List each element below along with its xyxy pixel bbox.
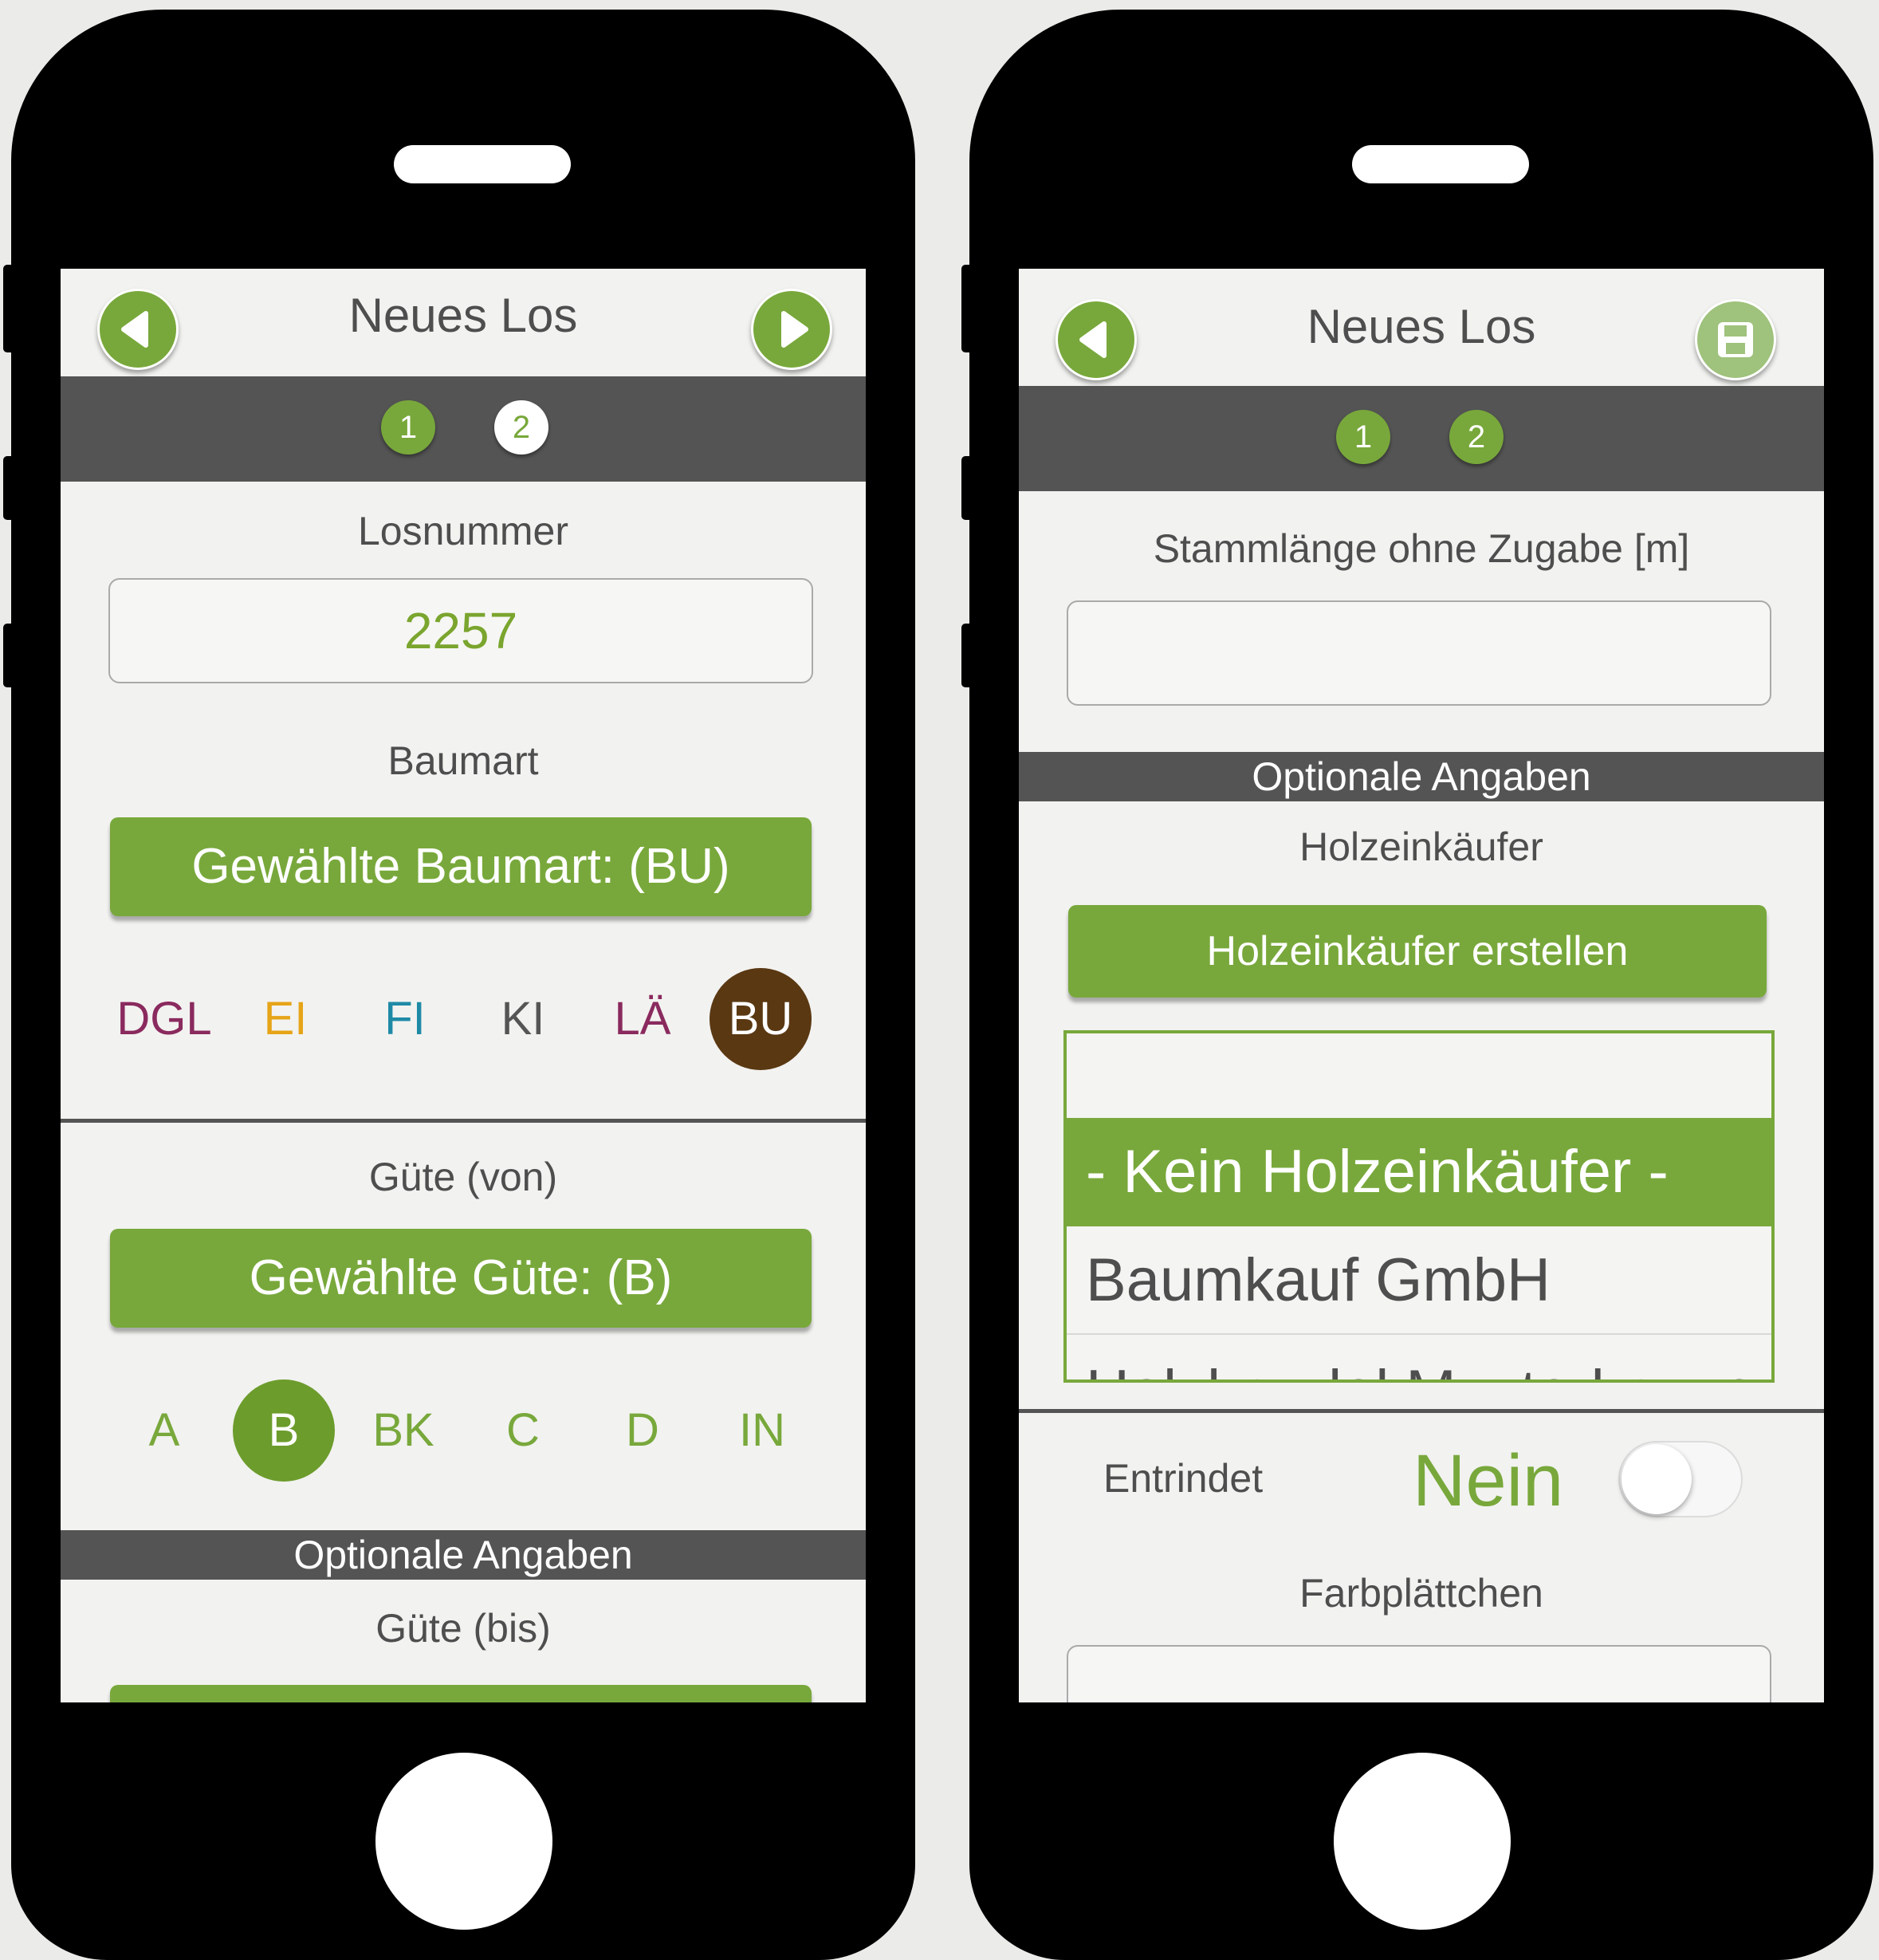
baumart-option-lae[interactable]: LÄ [592, 968, 694, 1070]
picker-item-selected[interactable]: - Kein Holzeinkäufer - [1067, 1118, 1771, 1226]
home-button[interactable] [375, 1753, 552, 1930]
baumart-option-ei[interactable]: EI [234, 968, 336, 1070]
baumart-option-dgl[interactable]: DGL [113, 968, 215, 1070]
guete-option-d[interactable]: D [592, 1379, 694, 1482]
farbplaettchen-label: Farbplättchen [1299, 1571, 1543, 1616]
stammlaenge-input[interactable] [1067, 600, 1771, 706]
losnummer-label: Losnummer [358, 509, 568, 553]
toggle-knob [1622, 1444, 1692, 1514]
entrindet-toggle[interactable] [1618, 1441, 1743, 1517]
step-indicator: 1 2 [61, 376, 866, 482]
losnummer-input[interactable]: 2257 [108, 578, 813, 683]
forward-button[interactable] [751, 289, 832, 370]
volume-up-button [3, 456, 14, 520]
holzeinkaeufer-picker[interactable]: - Kein Holzeinkäufer - Baumkauf GmbH Hol… [1063, 1030, 1775, 1383]
mute-switch [3, 265, 14, 352]
speaker [394, 145, 571, 183]
guete-bis-label: Güte (bis) [375, 1606, 551, 1651]
entrindet-value: Nein [1413, 1440, 1564, 1521]
step-2[interactable]: 2 [494, 400, 548, 455]
step-1[interactable]: 1 [381, 400, 435, 455]
baumart-option-ki[interactable]: KI [472, 968, 574, 1070]
guete-option-b[interactable]: B [233, 1379, 335, 1482]
picker-item[interactable]: Holzhandel Musterhausen [1067, 1338, 1771, 1379]
stammlaenge-label: Stammlänge ohne Zugabe [m] [1153, 526, 1690, 571]
holzeinkaeufer-label: Holzeinkäufer [1299, 825, 1543, 869]
mute-switch [961, 265, 973, 352]
guete-option-a[interactable]: A [113, 1379, 215, 1482]
nav-bar: Neues Los [1019, 269, 1824, 380]
step-indicator: 1 2 [1019, 386, 1824, 491]
volume-up-button [961, 456, 973, 520]
nav-bar: Neues Los [61, 269, 866, 376]
chevron-right-icon [781, 311, 808, 348]
guete-button[interactable]: Gewählte Güte: (B) [110, 1229, 812, 1328]
guete-option-in[interactable]: IN [711, 1379, 813, 1482]
section-divider [1019, 1409, 1824, 1413]
phone-frame-left: Neues Los 1 2 Losnummer 2257 Baumart Gew… [3, 10, 915, 1960]
optional-section-header: Optionale Angaben [61, 1530, 866, 1580]
page-title: Neues Los [348, 289, 578, 342]
step-2[interactable]: 2 [1449, 410, 1504, 464]
guete-option-bk[interactable]: BK [352, 1379, 454, 1482]
phone-frame-right: Neues Los 1 2 Stammlänge ohne Zugabe [m]… [961, 10, 1873, 1960]
optional-section-header: Optionale Angaben [1019, 752, 1824, 801]
home-button[interactable] [1334, 1753, 1511, 1930]
baumart-option-fi[interactable]: FI [354, 968, 456, 1070]
save-button[interactable] [1695, 299, 1776, 380]
entrindet-label: Entrindet [1103, 1456, 1264, 1501]
guete-option-c[interactable]: C [472, 1379, 574, 1482]
baumart-option-bu[interactable]: BU [710, 968, 812, 1070]
baumart-button[interactable]: Gewählte Baumart: (BU) [110, 817, 812, 916]
create-holzeinkaeufer-button[interactable]: Holzeinkäufer erstellen [1068, 905, 1767, 998]
floppy-disk-icon [1718, 322, 1753, 357]
picker-item[interactable]: Baumkauf GmbH [1067, 1226, 1771, 1335]
section-divider [61, 1119, 866, 1123]
step-1[interactable]: 1 [1336, 410, 1390, 464]
baumart-label: Baumart [387, 738, 539, 783]
screen-step-2: Neues Los 1 2 Stammlänge ohne Zugabe [m]… [1019, 269, 1824, 1702]
volume-down-button [961, 624, 973, 687]
guete-von-label: Güte (von) [368, 1155, 558, 1199]
farbplaettchen-input[interactable] [1067, 1645, 1771, 1702]
guete-bis-button[interactable] [110, 1685, 812, 1702]
speaker [1352, 145, 1529, 183]
volume-down-button [3, 624, 14, 687]
screen-step-1: Neues Los 1 2 Losnummer 2257 Baumart Gew… [61, 269, 866, 1702]
